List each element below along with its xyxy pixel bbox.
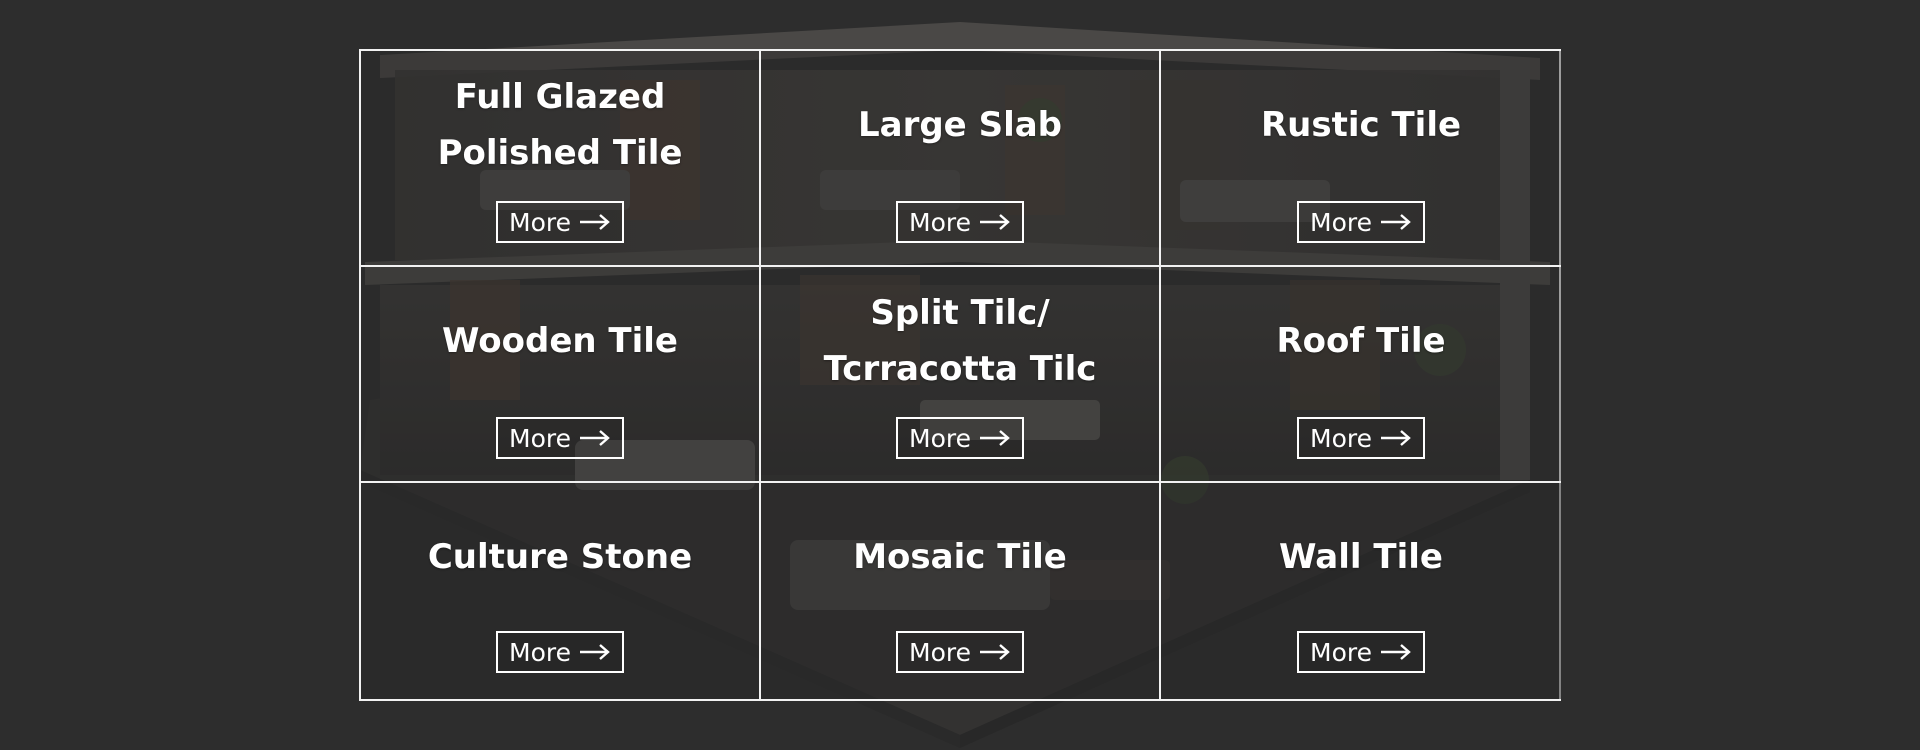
tile-title-text: Rustic Tile bbox=[1260, 105, 1462, 145]
tile-title-text: Split Tilc/ Tcrracotta Tilc bbox=[823, 293, 1097, 389]
tile-title-text: Wooden Tile bbox=[441, 321, 678, 361]
tile-category-grid: Full Glazed Polished Tile More Large Sla… bbox=[359, 49, 1561, 701]
more-button[interactable]: More bbox=[496, 417, 624, 459]
tile-card-full-glazed: Full Glazed Polished Tile More bbox=[361, 51, 761, 267]
tile-title-text: Wall Tile bbox=[1279, 537, 1443, 577]
tile-card-culture-stone: Culture Stone More bbox=[361, 483, 761, 699]
tile-card-title: Wall Tile bbox=[1161, 483, 1561, 631]
more-button[interactable]: More bbox=[896, 417, 1024, 459]
tile-card-title: Rustic Tile bbox=[1161, 51, 1561, 199]
tile-card-title: Full Glazed Polished Tile bbox=[361, 51, 759, 199]
tile-categories-section: Full Glazed Polished Tile More Large Sla… bbox=[0, 0, 1920, 750]
tile-card-title: Large Slab bbox=[761, 51, 1159, 199]
more-button-label: More bbox=[509, 423, 571, 453]
tile-title-text: Mosaic Tile bbox=[853, 537, 1067, 577]
more-button[interactable]: More bbox=[496, 631, 624, 673]
more-button[interactable]: More bbox=[1297, 631, 1425, 673]
tile-card-title: Culture Stone bbox=[361, 483, 759, 631]
tile-card-split-terracotta: Split Tilc/ Tcrracotta Tilc More bbox=[761, 267, 1161, 483]
arrow-right-icon bbox=[579, 214, 610, 230]
more-button-label: More bbox=[909, 423, 971, 453]
more-button[interactable]: More bbox=[1297, 417, 1425, 459]
more-button[interactable]: More bbox=[896, 631, 1024, 673]
tile-card-title: Mosaic Tile bbox=[761, 483, 1159, 631]
tile-title-text: Large Slab bbox=[857, 105, 1063, 145]
more-button-label: More bbox=[509, 637, 571, 667]
tile-card-wall: Wall Tile More bbox=[1161, 483, 1561, 699]
arrow-right-icon bbox=[579, 644, 610, 660]
more-button-label: More bbox=[1310, 423, 1372, 453]
tile-card-title: Roof Tile bbox=[1161, 267, 1561, 415]
more-button[interactable]: More bbox=[1297, 201, 1425, 243]
more-button-label: More bbox=[909, 637, 971, 667]
tile-card-wooden: Wooden Tile More bbox=[361, 267, 761, 483]
more-button-label: More bbox=[509, 207, 571, 237]
tile-card-mosaic: Mosaic Tile More bbox=[761, 483, 1161, 699]
tile-card-roof: Roof Tile More bbox=[1161, 267, 1561, 483]
arrow-right-icon bbox=[979, 430, 1010, 446]
tile-title-text: Culture Stone bbox=[427, 537, 693, 577]
tile-title-text: Full Glazed Polished Tile bbox=[437, 77, 683, 173]
arrow-right-icon bbox=[579, 430, 610, 446]
more-button-label: More bbox=[1310, 637, 1372, 667]
more-button-label: More bbox=[909, 207, 971, 237]
more-button[interactable]: More bbox=[496, 201, 624, 243]
tile-card-title: Wooden Tile bbox=[361, 267, 759, 415]
tile-card-large-slab: Large Slab More bbox=[761, 51, 1161, 267]
more-button-label: More bbox=[1310, 207, 1372, 237]
tile-card-rustic: Rustic Tile More bbox=[1161, 51, 1561, 267]
tile-card-title: Split Tilc/ Tcrracotta Tilc bbox=[761, 267, 1159, 415]
arrow-right-icon bbox=[979, 214, 1010, 230]
arrow-right-icon bbox=[1380, 214, 1411, 230]
more-button[interactable]: More bbox=[896, 201, 1024, 243]
tile-title-text: Roof Tile bbox=[1276, 321, 1446, 361]
arrow-right-icon bbox=[1380, 430, 1411, 446]
arrow-right-icon bbox=[979, 644, 1010, 660]
arrow-right-icon bbox=[1380, 644, 1411, 660]
